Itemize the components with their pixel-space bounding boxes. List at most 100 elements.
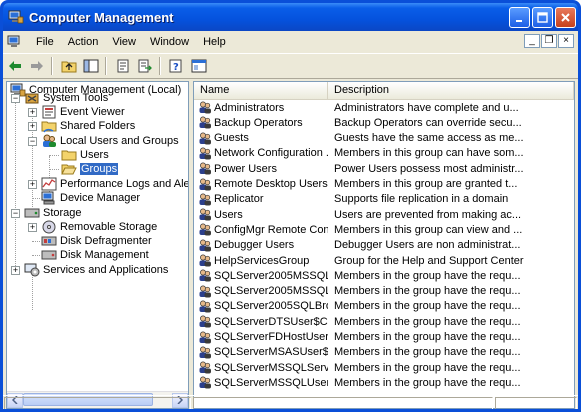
back-button[interactable] — [5, 56, 25, 76]
tree-expander[interactable]: − — [11, 209, 20, 218]
menu-window[interactable]: Window — [143, 36, 196, 48]
table-row[interactable]: Users Users are prevented from making ac.… — [194, 207, 574, 222]
tree-node-label: Removable Storage — [60, 221, 158, 233]
table-row[interactable]: SQLServerMSSQLUser$... Members in the gro… — [194, 375, 574, 390]
up-folder-icon — [61, 61, 77, 73]
group-description: Members in the group have the requ... — [334, 376, 521, 389]
group-icon — [199, 147, 211, 160]
group-name: Users — [214, 208, 243, 221]
tree-node-groups[interactable]: Groups — [61, 162, 119, 176]
close-button[interactable] — [555, 7, 576, 28]
table-row[interactable]: Backup Operators Backup Operators can ove… — [194, 115, 574, 130]
group-name: Administrators — [214, 101, 285, 114]
group-name-cell: SQLServerFDHostUser$... — [194, 331, 328, 344]
tree-node-storage[interactable]: Storage — [24, 206, 82, 220]
computer-management-icon — [8, 10, 24, 24]
group-description: Members in the group have the requ... — [334, 300, 521, 313]
back-arrow-icon — [9, 61, 21, 71]
tree-node-device-manager[interactable]: Device Manager — [41, 191, 140, 205]
tree-expander[interactable]: + — [28, 122, 37, 131]
table-row[interactable]: SQLServerFDHostUser$... Members in the gr… — [194, 330, 574, 345]
minimize-button[interactable] — [509, 7, 530, 28]
tree-node-event-viewer[interactable]: Event Viewer — [41, 105, 125, 119]
menu-action[interactable]: Action — [61, 36, 106, 48]
table-row[interactable]: Debugger Users Debugger Users are non adm… — [194, 238, 574, 253]
tree-expander[interactable]: − — [11, 94, 20, 103]
table-row[interactable]: SQLServer2005MSSQLS... Members in the gro… — [194, 268, 574, 283]
tree-node-users[interactable]: Users — [61, 148, 109, 162]
group-icon — [199, 178, 211, 190]
mmc-console-icon[interactable] — [7, 34, 23, 50]
console-tree[interactable]: Computer Management (Local) − System Too… — [6, 81, 189, 409]
column-header-description[interactable]: Description — [328, 82, 574, 99]
tree-connector — [32, 241, 40, 242]
mdi-close-button[interactable]: × — [558, 34, 574, 48]
menu-file[interactable]: File — [29, 36, 61, 48]
menu-view[interactable]: View — [105, 36, 143, 48]
new-window-icon — [191, 59, 207, 73]
tree-node-system-tools[interactable]: System Tools — [24, 91, 108, 105]
table-row[interactable]: SQLServer2005SQLBro... Members in the gro… — [194, 299, 574, 314]
tree-node-local-users-groups[interactable]: Local Users and Groups — [41, 134, 179, 148]
mdi-restore-button[interactable]: ❐ — [541, 34, 557, 48]
tree-node-shared-folders[interactable]: Shared Folders — [41, 119, 135, 133]
title-bar[interactable]: Computer Management — [3, 3, 578, 31]
toolbar-separator — [159, 57, 161, 75]
table-row[interactable]: SQLServerDTSUser$CO... Members in the gro… — [194, 314, 574, 329]
tree-expander[interactable]: + — [28, 108, 37, 117]
table-row[interactable]: HelpServicesGroup Group for the Help and … — [194, 253, 574, 268]
groups-list-view[interactable]: Name Description Administrators Administr… — [193, 81, 575, 409]
help-button[interactable]: ? — [167, 56, 187, 76]
group-description: Members in the group have the requ... — [334, 331, 521, 343]
mdi-minimize-button[interactable]: _ — [524, 34, 540, 48]
shared-folders-icon — [41, 121, 57, 133]
group-icon — [199, 116, 211, 129]
tree-node-removable-storage[interactable]: Removable Storage — [41, 220, 157, 234]
column-header-name[interactable]: Name — [194, 82, 328, 99]
group-description: Members in the group have the requ... — [334, 269, 521, 282]
table-row[interactable]: SQLServer2005MSSQL... Members in the grou… — [194, 284, 574, 299]
tree-node-performance-logs[interactable]: Performance Logs and Alerts — [41, 177, 188, 191]
show-hide-console-tree-button[interactable] — [81, 56, 101, 76]
table-row[interactable]: Network Configuration ... Members in this… — [194, 146, 574, 161]
new-window-button[interactable] — [189, 56, 209, 76]
tree-node-disk-management[interactable]: Disk Management — [41, 248, 149, 262]
table-row[interactable]: SQLServerMSASUser$C... Members in the gro… — [194, 345, 574, 360]
tree-expander[interactable]: + — [28, 180, 37, 189]
tree-expander[interactable]: − — [28, 137, 37, 146]
device-manager-icon — [41, 191, 55, 205]
table-row[interactable]: Administrators Administrators have comple… — [194, 100, 574, 115]
tree-expander[interactable]: + — [11, 266, 20, 275]
table-row[interactable]: Remote Desktop Users Members in this grou… — [194, 177, 574, 192]
group-name: HelpServicesGroup — [214, 254, 310, 267]
maximize-button[interactable] — [532, 7, 553, 28]
table-row[interactable]: Guests Guests have the same access as me.… — [194, 131, 574, 146]
tree-node-services-applications[interactable]: Services and Applications — [24, 263, 168, 277]
tree-node-disk-defragmenter[interactable]: Disk Defragmenter — [41, 234, 152, 248]
group-icon — [199, 285, 211, 298]
properties-button[interactable] — [113, 56, 133, 76]
tree-connector — [32, 198, 40, 199]
group-name-cell: SQLServerDTSUser$CO... — [194, 315, 328, 328]
export-list-button[interactable] — [135, 56, 155, 76]
group-description: Administrators have complete and u... — [334, 101, 519, 114]
table-row[interactable]: ConfigMgr Remote Con... Members in this g… — [194, 222, 574, 237]
forward-button[interactable] — [27, 56, 47, 76]
group-name: SQLServer2005MSSQL... — [214, 285, 328, 298]
system-tools-icon — [25, 93, 39, 104]
table-row[interactable]: Power Users Power Users possess most admi… — [194, 161, 574, 176]
table-row[interactable]: SQLServerMSSQLServe... Members in the gro… — [194, 360, 574, 375]
group-description: Members in this group are granted t... — [334, 178, 518, 190]
group-name: SQLServerMSSQLUser$... — [214, 376, 328, 389]
performance-logs-icon — [41, 177, 57, 191]
group-name-cell: SQLServerMSASUser$C... — [194, 346, 328, 359]
tree-node-label: Services and Applications — [43, 264, 169, 276]
table-row[interactable]: Replicator Supports file replication in a… — [194, 192, 574, 207]
menu-help[interactable]: Help — [196, 36, 233, 48]
group-name-cell: Power Users — [194, 162, 328, 175]
menu-bar: File Action View Window Help _ ❐ × — [3, 32, 578, 52]
tree-expander[interactable]: + — [28, 223, 37, 232]
group-name: SQLServerMSASUser$C... — [214, 346, 328, 359]
content-panes: Computer Management (Local) − System Too… — [6, 81, 575, 409]
up-one-level-button[interactable] — [59, 56, 79, 76]
